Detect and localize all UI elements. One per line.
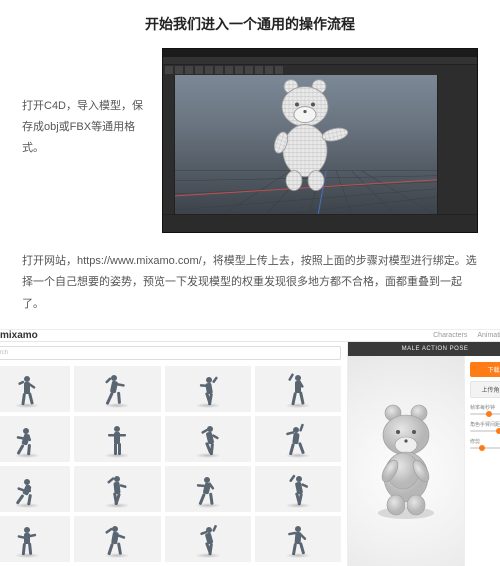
pose-thumbnail[interactable]: [165, 516, 251, 562]
pose-thumbnail[interactable]: [0, 416, 70, 462]
slider-label: 角色手臂间距: [470, 421, 500, 428]
c4d-character-mesh: [261, 76, 351, 194]
pose-thumbnail[interactable]: [0, 516, 70, 562]
slider-label: 修剪: [470, 438, 500, 445]
pose-thumbnail[interactable]: [165, 466, 251, 512]
pose-thumbnail[interactable]: [255, 416, 341, 462]
mixamo-controls-panel: 下载 上传角色 帧率每秒钟 角色手臂间距 修剪: [464, 356, 500, 566]
c4d-titlebar: [163, 49, 477, 57]
slider[interactable]: [470, 447, 500, 449]
mixamo-window: mixamo Characters Animations Search: [0, 329, 500, 551]
mixamo-topbar: mixamo Characters Animations: [0, 330, 500, 342]
top-link[interactable]: Characters: [433, 332, 467, 339]
c4d-toolbar: [163, 65, 477, 75]
pose-thumbnail[interactable]: [255, 466, 341, 512]
preview-character-icon: [363, 401, 449, 521]
pose-thumbnail[interactable]: [255, 516, 341, 562]
pose-thumbnail[interactable]: [165, 416, 251, 462]
top-link[interactable]: Animations: [477, 332, 500, 339]
slider[interactable]: [470, 413, 500, 415]
upload-button[interactable]: 上传角色: [470, 381, 500, 398]
pose-thumbnail[interactable]: [0, 466, 70, 512]
search-input[interactable]: Search: [0, 346, 341, 360]
c4d-left-toolbar: [163, 75, 175, 214]
pose-thumbnail[interactable]: [74, 516, 160, 562]
section-c4d: 打开C4D，导入模型，保存成obj或FBX等通用格式。: [22, 48, 478, 233]
paragraph-mixamo: 打开网站，https://www.mixamo.com/，将模型上传上去，按照上…: [22, 251, 478, 315]
c4d-viewport: [175, 75, 437, 214]
preview-title: MALE ACTION POSE: [348, 342, 500, 356]
pose-thumbnail[interactable]: [74, 416, 160, 462]
pose-thumbnail[interactable]: [255, 366, 341, 412]
mixamo-library: Search: [0, 342, 347, 566]
download-button[interactable]: 下载: [470, 362, 500, 377]
pose-thumbnail[interactable]: [74, 366, 160, 412]
c4d-menubar: [163, 57, 477, 65]
page-title: 开始我们进入一个通用的操作流程: [22, 14, 478, 34]
mixamo-preview-viewport[interactable]: [348, 356, 464, 566]
pose-thumbnail-grid: [0, 362, 347, 566]
c4d-right-panel: [437, 75, 477, 214]
mixamo-logo: mixamo: [0, 330, 38, 341]
slider[interactable]: [470, 430, 500, 432]
slider-label: 帧率每秒钟: [470, 404, 500, 411]
pose-thumbnail[interactable]: [0, 366, 70, 412]
pose-thumbnail[interactable]: [165, 366, 251, 412]
pose-thumbnail[interactable]: [74, 466, 160, 512]
caption-c4d: 打开C4D，导入模型，保存成obj或FBX等通用格式。: [22, 48, 150, 159]
c4d-window: [162, 48, 478, 233]
c4d-timeline: [163, 214, 477, 232]
